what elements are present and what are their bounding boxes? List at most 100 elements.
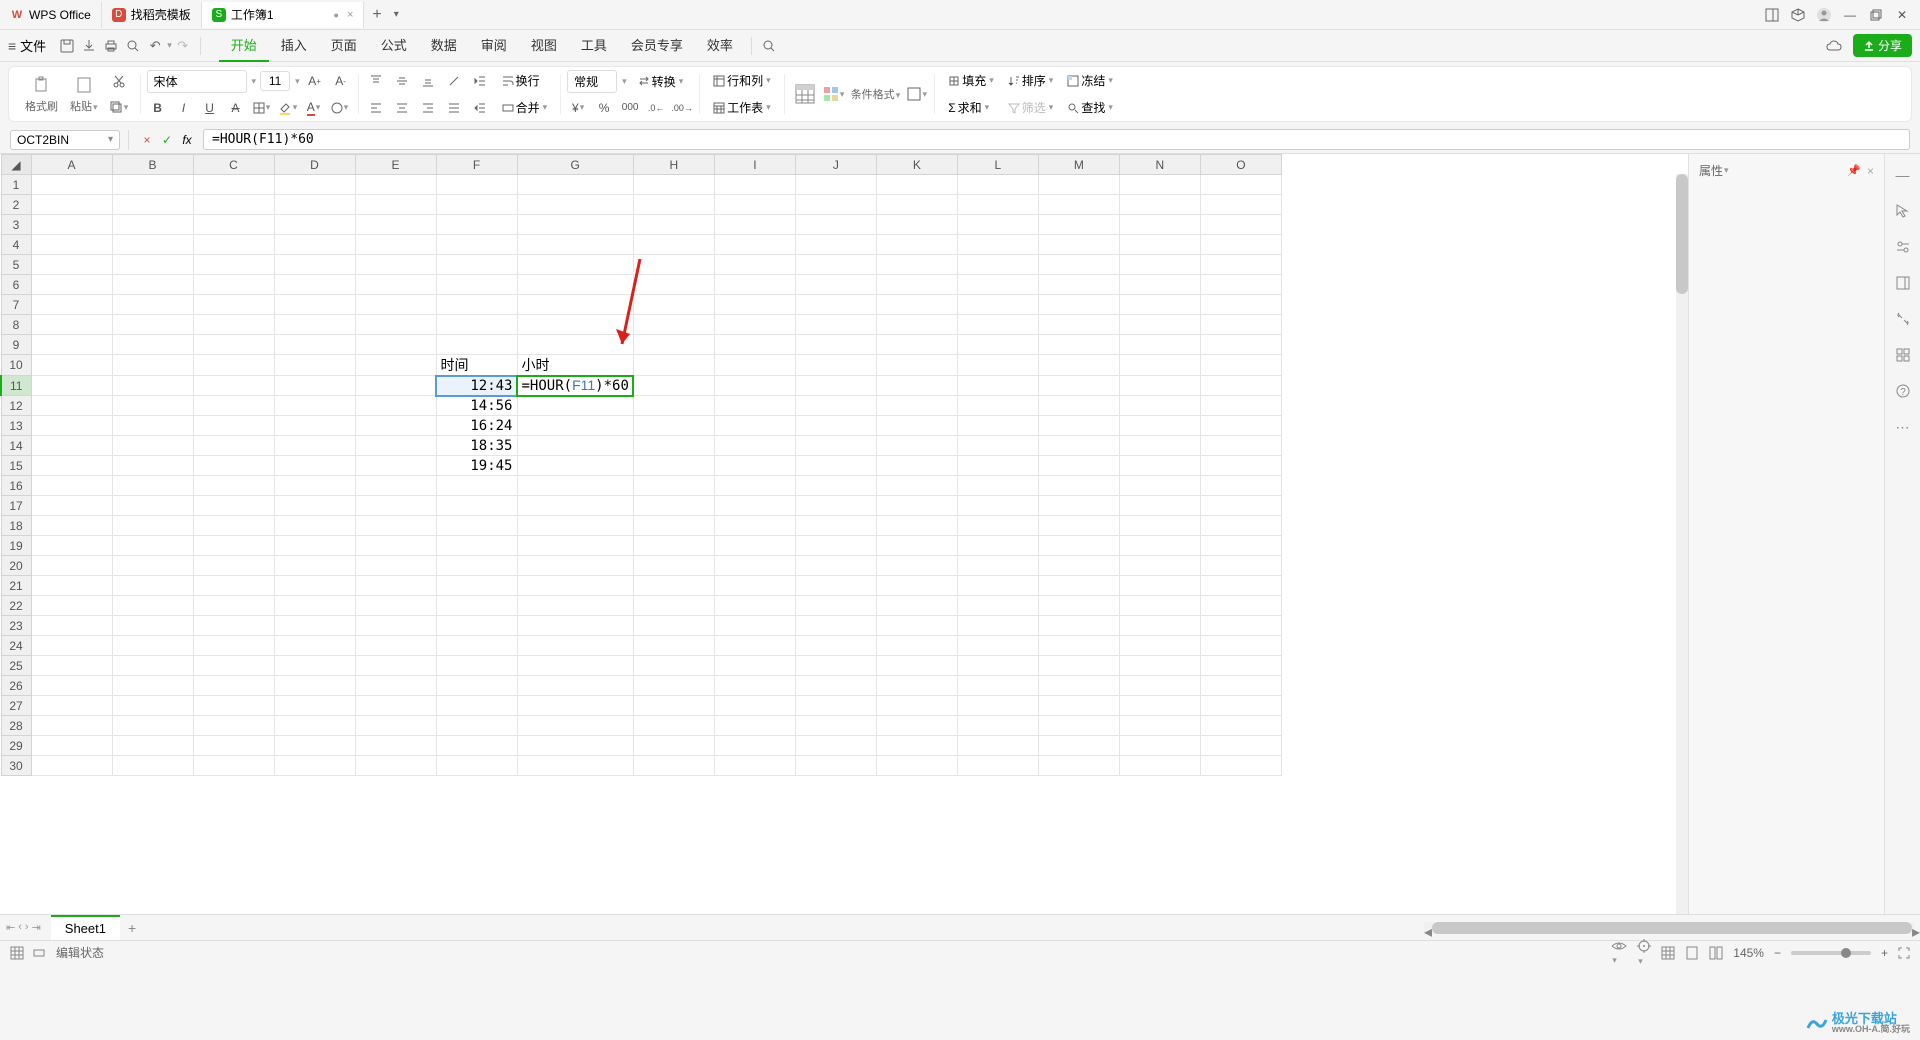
cell-E21[interactable] (355, 576, 436, 596)
cell-N7[interactable] (1119, 295, 1200, 315)
col-header-E[interactable]: E (355, 155, 436, 175)
cell-B24[interactable] (112, 636, 193, 656)
cell-O22[interactable] (1200, 596, 1281, 616)
cell-O20[interactable] (1200, 556, 1281, 576)
cell-H19[interactable] (633, 536, 714, 556)
cell-F29[interactable] (436, 736, 517, 756)
currency-icon[interactable]: ¥▾ (567, 97, 589, 119)
cell-D20[interactable] (274, 556, 355, 576)
cell-O28[interactable] (1200, 716, 1281, 736)
cell-L3[interactable] (957, 215, 1038, 235)
cell-N19[interactable] (1119, 536, 1200, 556)
format-as-table-icon[interactable]: ▾ (906, 83, 928, 105)
cell-F24[interactable] (436, 636, 517, 656)
cell-H24[interactable] (633, 636, 714, 656)
cell-E16[interactable] (355, 476, 436, 496)
cell-L10[interactable] (957, 355, 1038, 376)
ribbon-tab-view[interactable]: 视图 (519, 29, 569, 62)
cell-H22[interactable] (633, 596, 714, 616)
cell-L1[interactable] (957, 175, 1038, 195)
cell-I19[interactable] (714, 536, 795, 556)
cell-N1[interactable] (1119, 175, 1200, 195)
cell-I23[interactable] (714, 616, 795, 636)
cell-N30[interactable] (1119, 756, 1200, 776)
cell-F28[interactable] (436, 716, 517, 736)
col-header-K[interactable]: K (876, 155, 957, 175)
cell-K7[interactable] (876, 295, 957, 315)
cell-O15[interactable] (1200, 456, 1281, 476)
cell-M16[interactable] (1038, 476, 1119, 496)
cell-G4[interactable] (517, 235, 633, 255)
cell-G28[interactable] (517, 716, 633, 736)
cell-G23[interactable] (517, 616, 633, 636)
cell-K17[interactable] (876, 496, 957, 516)
decrease-decimal-icon[interactable]: .0← (645, 97, 667, 119)
cell-C25[interactable] (193, 656, 274, 676)
cell-N26[interactable] (1119, 676, 1200, 696)
cell-D23[interactable] (274, 616, 355, 636)
cell-A5[interactable] (31, 255, 112, 275)
cell-O9[interactable] (1200, 335, 1281, 355)
cell-I8[interactable] (714, 315, 795, 335)
cell-N16[interactable] (1119, 476, 1200, 496)
cell-J21[interactable] (795, 576, 876, 596)
increase-font-icon[interactable]: A+ (304, 70, 326, 92)
cell-K10[interactable] (876, 355, 957, 376)
cell-H21[interactable] (633, 576, 714, 596)
cell-F21[interactable] (436, 576, 517, 596)
cell-A11[interactable] (31, 376, 112, 396)
cell-N23[interactable] (1119, 616, 1200, 636)
orientation-icon[interactable] (443, 70, 465, 92)
cell-H4[interactable] (633, 235, 714, 255)
cell-F26[interactable] (436, 676, 517, 696)
cell-I17[interactable] (714, 496, 795, 516)
cell-M17[interactable] (1038, 496, 1119, 516)
cell-N27[interactable] (1119, 696, 1200, 716)
cell-O4[interactable] (1200, 235, 1281, 255)
filter-button[interactable]: 筛选▾ (1001, 96, 1061, 119)
cell-G6[interactable] (517, 275, 633, 295)
row-header-7[interactable]: 7 (1, 295, 31, 315)
cell-L26[interactable] (957, 676, 1038, 696)
cell-J25[interactable] (795, 656, 876, 676)
cell-B29[interactable] (112, 736, 193, 756)
zoom-value[interactable]: 145% (1733, 946, 1764, 960)
cell-A23[interactable] (31, 616, 112, 636)
col-header-J[interactable]: J (795, 155, 876, 175)
italic-button[interactable]: I (173, 97, 195, 119)
cell-J10[interactable] (795, 355, 876, 376)
cell-C10[interactable] (193, 355, 274, 376)
cell-L12[interactable] (957, 396, 1038, 416)
cell-J22[interactable] (795, 596, 876, 616)
cell-D10[interactable] (274, 355, 355, 376)
row-header-20[interactable]: 20 (1, 556, 31, 576)
cell-A19[interactable] (31, 536, 112, 556)
zoom-out-button[interactable]: − (1774, 946, 1781, 960)
cell-A7[interactable] (31, 295, 112, 315)
cell-J12[interactable] (795, 396, 876, 416)
col-header-M[interactable]: M (1038, 155, 1119, 175)
cell-C29[interactable] (193, 736, 274, 756)
share-button[interactable]: 分享 (1853, 34, 1912, 57)
cell-N20[interactable] (1119, 556, 1200, 576)
cell-L25[interactable] (957, 656, 1038, 676)
decrease-font-icon[interactable]: A- (330, 70, 352, 92)
row-header-5[interactable]: 5 (1, 255, 31, 275)
paste-icon[interactable] (31, 74, 53, 96)
cell-H16[interactable] (633, 476, 714, 496)
cell-B3[interactable] (112, 215, 193, 235)
select-all-cell[interactable]: ◢ (1, 155, 31, 175)
cell-F9[interactable] (436, 335, 517, 355)
cell-J26[interactable] (795, 676, 876, 696)
cell-A26[interactable] (31, 676, 112, 696)
cell-L24[interactable] (957, 636, 1038, 656)
cell-J20[interactable] (795, 556, 876, 576)
cell-H13[interactable] (633, 416, 714, 436)
cell-M22[interactable] (1038, 596, 1119, 616)
indent-decrease-icon[interactable] (469, 70, 491, 92)
cell-G14[interactable] (517, 436, 633, 456)
cell-E18[interactable] (355, 516, 436, 536)
cell-K29[interactable] (876, 736, 957, 756)
cell-N21[interactable] (1119, 576, 1200, 596)
cell-H12[interactable] (633, 396, 714, 416)
